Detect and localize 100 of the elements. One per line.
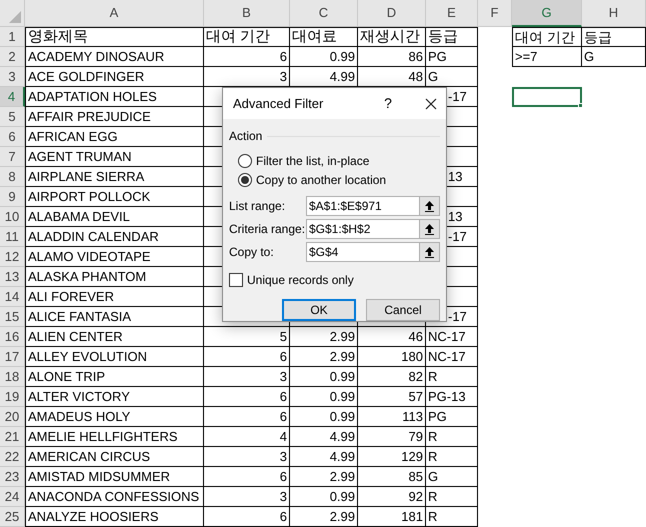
range-field[interactable]: $G$4 bbox=[306, 242, 420, 262]
row-header[interactable]: 5 bbox=[0, 107, 25, 127]
row-header[interactable]: 17 bbox=[0, 347, 25, 367]
table-cell: 129 bbox=[358, 447, 426, 467]
table-cell: 2.99 bbox=[290, 467, 358, 487]
row-header[interactable]: 12 bbox=[0, 247, 25, 267]
range-field[interactable]: $A$1:$E$971 bbox=[306, 196, 420, 216]
table-cell: ALIEN CENTER bbox=[25, 327, 204, 347]
radio-button[interactable] bbox=[238, 172, 252, 186]
table-cell: 6 bbox=[204, 47, 290, 67]
row-header[interactable]: 2 bbox=[0, 47, 25, 67]
row-header[interactable]: 7 bbox=[0, 147, 25, 167]
column-header[interactable]: G bbox=[512, 0, 582, 27]
collapse-dialog-button[interactable] bbox=[420, 196, 440, 216]
row-header[interactable]: 18 bbox=[0, 367, 25, 387]
row-header[interactable]: 24 bbox=[0, 487, 25, 507]
option-label[interactable]: Filter the list, in-place bbox=[256, 152, 370, 170]
table-cell: R bbox=[426, 427, 478, 447]
help-button[interactable]: ? bbox=[378, 93, 398, 114]
row-header[interactable]: 8 bbox=[0, 167, 25, 187]
table-cell: 6 bbox=[204, 347, 290, 367]
table-cell: ALASKA PHANTOM bbox=[25, 267, 204, 287]
row-header[interactable]: 13 bbox=[0, 267, 25, 287]
table-cell: ALONE TRIP bbox=[25, 367, 204, 387]
collapse-dialog-button[interactable] bbox=[420, 219, 440, 239]
table-cell: ALLEY EVOLUTION bbox=[25, 347, 204, 367]
table-cell: ACE GOLDFINGER bbox=[25, 67, 204, 87]
table-cell: AIRPORT POLLOCK bbox=[25, 187, 204, 207]
table-cell: 6 bbox=[204, 507, 290, 527]
table-cell: 0.99 bbox=[290, 407, 358, 427]
radio-button[interactable] bbox=[238, 154, 252, 168]
row-header[interactable]: 9 bbox=[0, 187, 25, 207]
row-header[interactable]: 3 bbox=[0, 67, 25, 87]
row-header[interactable]: 4 bbox=[0, 87, 25, 107]
table-cell: ALTER VICTORY bbox=[25, 387, 204, 407]
column-heading: 영화제목 bbox=[25, 27, 204, 47]
row-header[interactable]: 20 bbox=[0, 407, 25, 427]
table-cell: NC-17 bbox=[426, 327, 478, 347]
row-header[interactable]: 14 bbox=[0, 287, 25, 307]
table-cell: 2.99 bbox=[290, 347, 358, 367]
table-cell: AGENT TRUMAN bbox=[25, 147, 204, 167]
table-cell: 6 bbox=[204, 407, 290, 427]
table-cell: 0.99 bbox=[290, 387, 358, 407]
row-header[interactable]: 6 bbox=[0, 127, 25, 147]
table-cell: ALAMO VIDEOTAPE bbox=[25, 247, 204, 267]
dialog-button[interactable]: OK bbox=[282, 299, 356, 321]
column-header[interactable]: E bbox=[426, 0, 478, 27]
table-cell: 92 bbox=[358, 487, 426, 507]
row-header[interactable]: 15 bbox=[0, 307, 25, 327]
column-header[interactable]: D bbox=[358, 0, 426, 27]
table-cell: 0.99 bbox=[290, 487, 358, 507]
checkbox[interactable] bbox=[229, 273, 243, 287]
column-heading: 대여료 bbox=[290, 27, 358, 47]
table-cell: 181 bbox=[358, 507, 426, 527]
table-cell: ALABAMA DEVIL bbox=[25, 207, 204, 227]
table-cell: 85 bbox=[358, 467, 426, 487]
table-cell: 6 bbox=[204, 467, 290, 487]
table-cell: ALI FOREVER bbox=[25, 287, 204, 307]
column-header[interactable]: H bbox=[582, 0, 646, 27]
table-cell: ANACONDA CONFESSIONS bbox=[25, 487, 204, 507]
table-cell: AMELIE HELLFIGHTERS bbox=[25, 427, 204, 447]
table-cell: G bbox=[426, 467, 478, 487]
table-cell: 180 bbox=[358, 347, 426, 367]
table-cell: 86 bbox=[358, 47, 426, 67]
criteria-cell-text: >=7 bbox=[515, 48, 538, 66]
table-cell: 113 bbox=[358, 407, 426, 427]
row-header[interactable]: 16 bbox=[0, 327, 25, 347]
field-label: Copy to: bbox=[229, 244, 275, 261]
row-header[interactable]: 23 bbox=[0, 467, 25, 487]
row-header[interactable]: 22 bbox=[0, 447, 25, 467]
table-cell: ALADDIN CALENDAR bbox=[25, 227, 204, 247]
row-header[interactable]: 25 bbox=[0, 507, 25, 527]
table-cell: ALICE FANTASIA bbox=[25, 307, 204, 327]
table-cell: 3 bbox=[204, 367, 290, 387]
table-cell: 4 bbox=[204, 427, 290, 447]
checkbox-label[interactable]: Unique records only bbox=[247, 271, 354, 289]
row-header[interactable]: 10 bbox=[0, 207, 25, 227]
row-header[interactable]: 21 bbox=[0, 427, 25, 447]
row-header[interactable]: 1 bbox=[0, 27, 25, 47]
range-field[interactable]: $G$1:$H$2 bbox=[306, 219, 420, 239]
column-header[interactable]: A bbox=[25, 0, 204, 27]
option-label[interactable]: Copy to another location bbox=[256, 170, 386, 188]
up-arrow-icon bbox=[425, 246, 434, 258]
dialog-button[interactable]: Cancel bbox=[366, 299, 440, 321]
active-cell[interactable] bbox=[512, 87, 582, 107]
column-header[interactable]: C bbox=[290, 0, 358, 27]
dialog-title: Advanced Filter bbox=[233, 94, 324, 113]
column-header[interactable]: B bbox=[204, 0, 290, 27]
column-header[interactable]: F bbox=[478, 0, 512, 27]
table-cell: 82 bbox=[358, 367, 426, 387]
row-header[interactable]: 19 bbox=[0, 387, 25, 407]
field-label: Criteria range: bbox=[229, 221, 306, 238]
table-cell: AMERICAN CIRCUS bbox=[25, 447, 204, 467]
collapse-dialog-button[interactable] bbox=[420, 242, 440, 262]
table-cell: AFFAIR PREJUDICE bbox=[25, 107, 204, 127]
table-cell: R bbox=[426, 447, 478, 467]
row-header[interactable]: 11 bbox=[0, 227, 25, 247]
table-cell: R bbox=[426, 367, 478, 387]
up-arrow-icon bbox=[425, 224, 434, 234]
table-cell: 6 bbox=[204, 387, 290, 407]
